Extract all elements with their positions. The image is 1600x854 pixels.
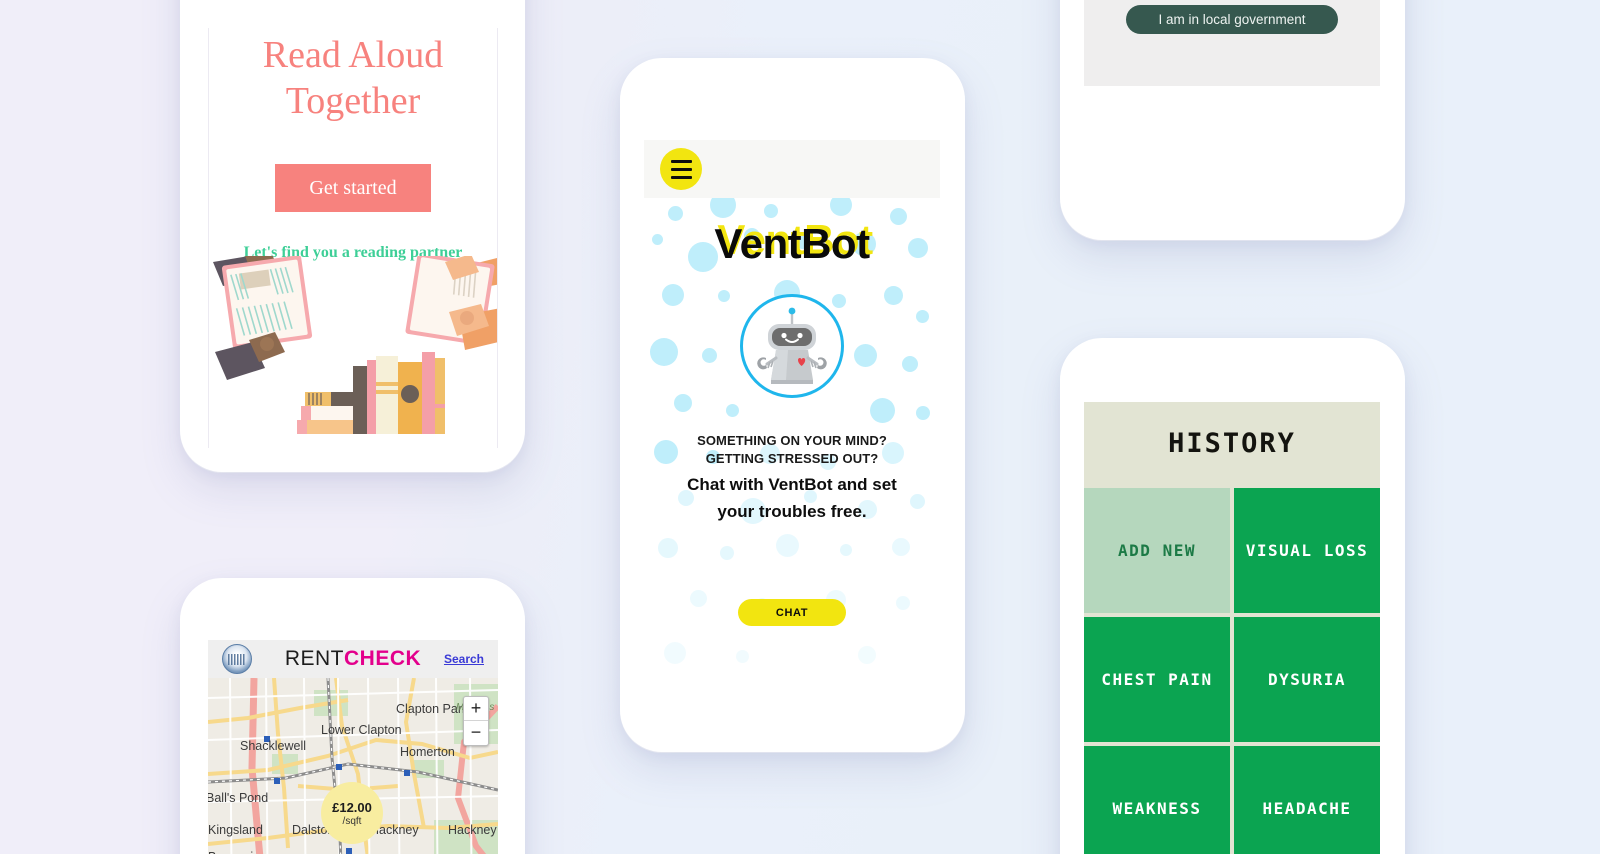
price-amount: £12.00 xyxy=(332,799,372,815)
chat-button[interactable]: CHAT xyxy=(738,599,846,626)
read-aloud-screen: Read Aloud Together Get started Let's fi… xyxy=(208,28,498,448)
map-label: Kingsland xyxy=(208,823,263,837)
hamburger-bar xyxy=(670,167,692,171)
tile-add-new[interactable]: ADD NEW xyxy=(1084,488,1230,613)
books-and-hands-illustration xyxy=(213,252,497,434)
phone-mockup-rentcheck: RENTCHECK Search Clapton Park Lower Clap… xyxy=(180,578,525,854)
hamburger-bar xyxy=(670,175,692,179)
phone-mockup-ventbot: VentBot SOMETHING ON YOUR MIND? GETTING … xyxy=(620,58,965,752)
ventbot-headline-line-1: Chat with VentBot and set xyxy=(687,475,897,494)
get-started-button[interactable]: Get started xyxy=(275,164,431,212)
map-label: Homerton xyxy=(400,745,455,759)
hamburger-bar xyxy=(670,159,692,163)
sme-screen: I represent an SME I am in local governm… xyxy=(1084,0,1380,210)
tile-dysuria[interactable]: DYSURIA xyxy=(1234,617,1380,742)
map-label: Beauvoir xyxy=(208,850,257,854)
map-zoom-controls[interactable]: + − xyxy=(463,696,489,746)
map-label: Lower Clapton xyxy=(321,723,402,737)
history-title: HISTORY xyxy=(1168,427,1296,459)
ventbot-subhead-line-2: GETTING STRESSED OUT? xyxy=(705,450,879,466)
ventbot-avatar xyxy=(740,294,844,398)
robot-mascot-icon xyxy=(757,307,827,384)
phone-mockup-read-aloud: Read Aloud Together Get started Let's fi… xyxy=(180,0,525,472)
tile-headache[interactable]: HEADACHE xyxy=(1234,746,1380,854)
rentcheck-header: RENTCHECK Search xyxy=(208,640,498,678)
map-label: Ball's Pond xyxy=(208,791,269,805)
tile-chest-pain[interactable]: CHEST PAIN xyxy=(1084,617,1230,742)
ventbot-screen: VentBot SOMETHING ON YOUR MIND? GETTING … xyxy=(644,140,940,705)
tile-weakness[interactable]: WEAKNESS xyxy=(1084,746,1230,854)
map-canvas[interactable]: Clapton Park Lower Clapton Shacklewell H… xyxy=(208,678,498,854)
brand-rent: RENT xyxy=(284,647,344,670)
ventbot-body: VentBot SOMETHING ON YOUR MIND? GETTING … xyxy=(644,198,940,705)
ventbot-copy: SOMETHING ON YOUR MIND? GETTING STRESSED… xyxy=(644,432,940,521)
ventbot-topbar xyxy=(644,140,940,198)
phone-mockup-history: HISTORY ADD NEW VISUAL LOSS CHEST PAIN D… xyxy=(1060,338,1405,854)
map-label: Hackney Wi xyxy=(448,823,498,837)
ventbot-logo: VentBot xyxy=(714,220,870,267)
tile-visual-loss[interactable]: VISUAL LOSS xyxy=(1234,488,1380,613)
read-aloud-title: Read Aloud Together xyxy=(262,34,444,122)
search-link[interactable]: Search xyxy=(444,652,484,666)
map-label: Shacklewell xyxy=(240,739,307,753)
brand-check: CHECK xyxy=(344,647,422,670)
ventbot-subhead-line-1: SOMETHING ON YOUR MIND? xyxy=(697,433,887,448)
local-government-option-button[interactable]: I am in local government xyxy=(1126,5,1338,34)
phone-mockup-sme: I represent an SME I am in local governm… xyxy=(1060,0,1405,240)
price-unit: /sqft xyxy=(342,815,362,827)
reading-illustration xyxy=(209,252,497,448)
zoom-in-button[interactable]: + xyxy=(464,697,488,721)
symptom-tile-grid: ADD NEW VISUAL LOSS CHEST PAIN DYSURIA W… xyxy=(1084,484,1380,854)
hamburger-menu-icon[interactable] xyxy=(660,148,702,190)
history-header: HISTORY xyxy=(1084,402,1380,484)
ventbot-headline-line-2: your troubles free. xyxy=(717,502,867,521)
price-marker[interactable]: £12.00 /sqft xyxy=(321,782,383,844)
rentcheck-screen: RENTCHECK Search Clapton Park Lower Clap… xyxy=(208,640,498,854)
sme-options-panel: I represent an SME I am in local governm… xyxy=(1084,0,1380,86)
history-screen: HISTORY ADD NEW VISUAL LOSS CHEST PAIN D… xyxy=(1084,402,1380,854)
zoom-out-button[interactable]: − xyxy=(464,721,488,745)
